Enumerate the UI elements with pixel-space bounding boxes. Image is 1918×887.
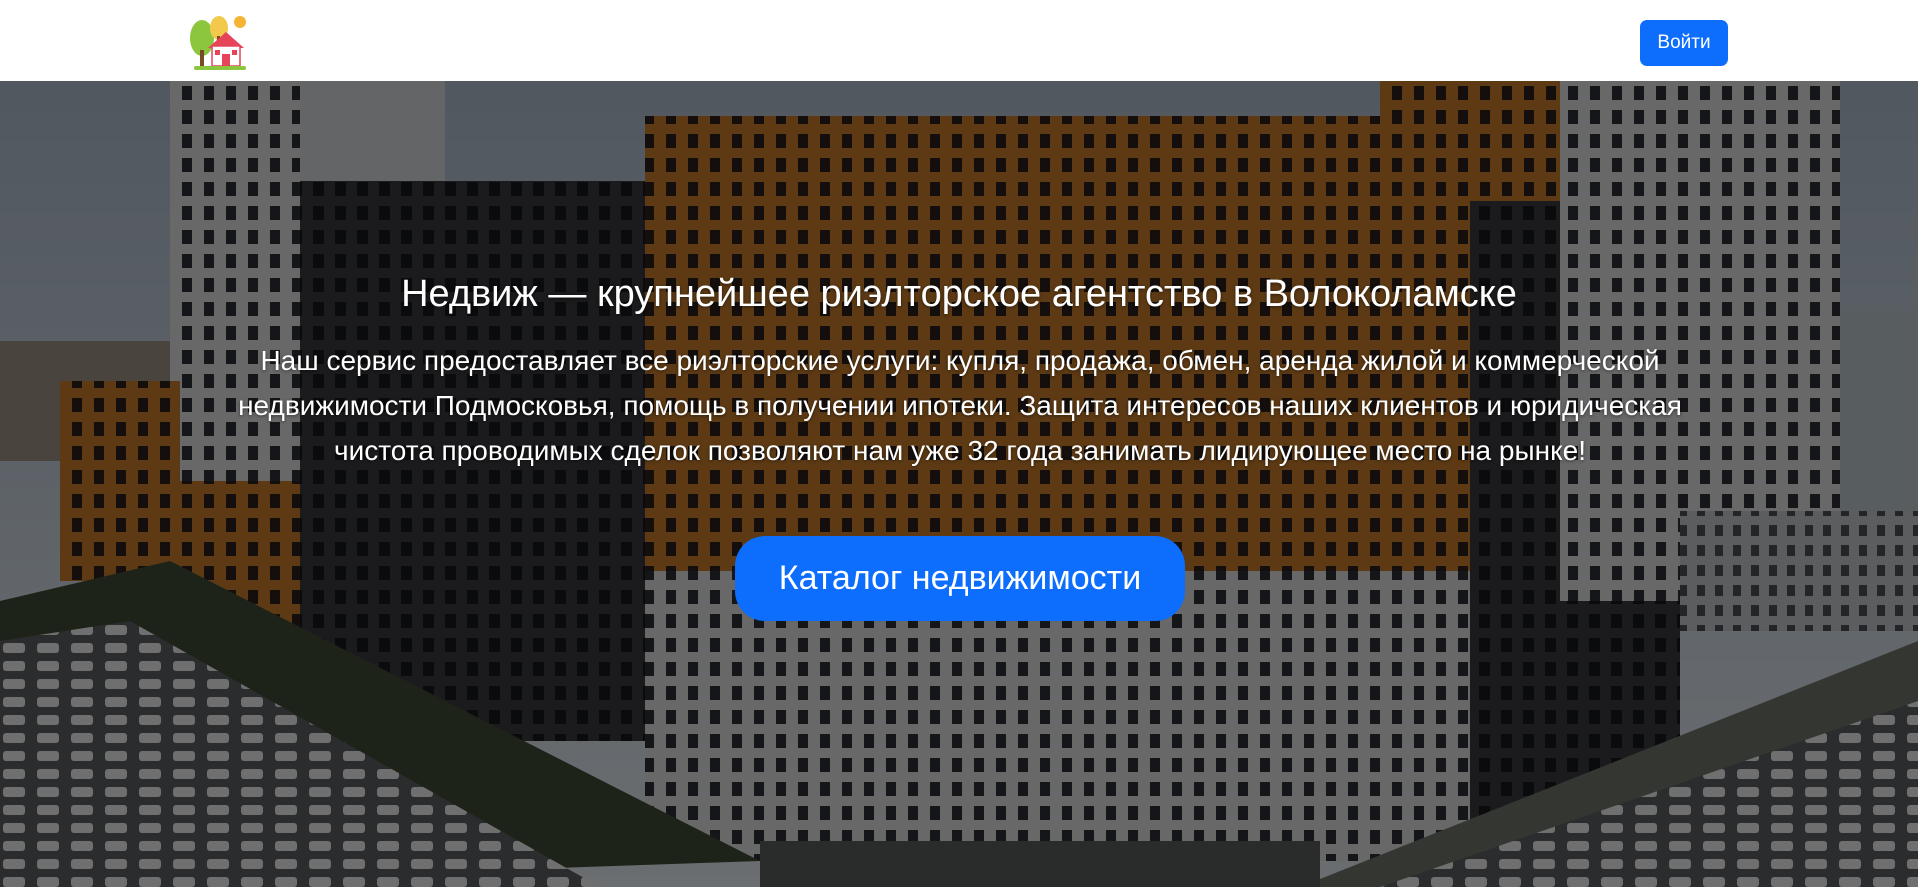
login-button[interactable]: Войти <box>1640 20 1728 66</box>
hero-title: Недвиж — крупнейшее риэлторское агентств… <box>401 273 1517 315</box>
top-navbar: Войти <box>0 0 1918 81</box>
logo-icon[interactable] <box>188 14 248 72</box>
catalog-button[interactable]: Каталог недвижимости <box>735 536 1185 621</box>
hero-description: Наш сервис предоставляет все риэлторские… <box>238 345 1682 466</box>
hero-section: Недвиж — крупнейшее риэлторское агентств… <box>0 81 1918 887</box>
hero-dark-overlay <box>0 81 1918 887</box>
